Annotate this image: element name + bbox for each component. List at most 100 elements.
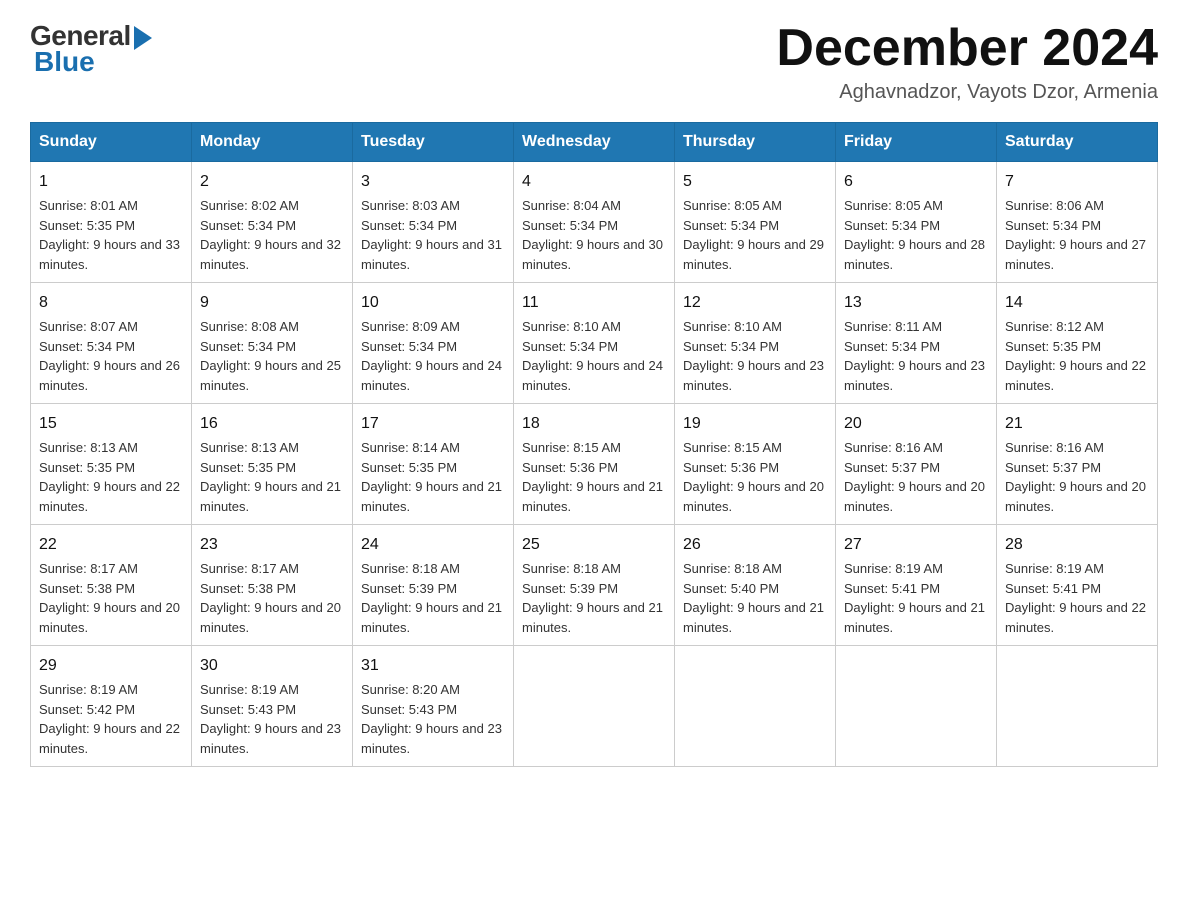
day-info: Sunrise: 8:09 AMSunset: 5:34 PMDaylight:… xyxy=(361,319,502,393)
day-number: 23 xyxy=(200,533,344,557)
day-info: Sunrise: 8:19 AMSunset: 5:42 PMDaylight:… xyxy=(39,682,180,756)
day-info: Sunrise: 8:07 AMSunset: 5:34 PMDaylight:… xyxy=(39,319,180,393)
day-number: 5 xyxy=(683,170,827,194)
day-number: 10 xyxy=(361,291,505,315)
calendar-header-saturday: Saturday xyxy=(997,123,1158,162)
day-info: Sunrise: 8:19 AMSunset: 5:41 PMDaylight:… xyxy=(844,561,985,635)
calendar-cell: 3 Sunrise: 8:03 AMSunset: 5:34 PMDayligh… xyxy=(353,162,514,283)
day-info: Sunrise: 8:14 AMSunset: 5:35 PMDaylight:… xyxy=(361,440,502,514)
calendar-cell: 30 Sunrise: 8:19 AMSunset: 5:43 PMDaylig… xyxy=(192,646,353,767)
main-title: December 2024 xyxy=(776,20,1158,77)
day-info: Sunrise: 8:01 AMSunset: 5:35 PMDaylight:… xyxy=(39,198,180,272)
calendar-cell xyxy=(836,646,997,767)
day-info: Sunrise: 8:05 AMSunset: 5:34 PMDaylight:… xyxy=(683,198,824,272)
calendar-table: SundayMondayTuesdayWednesdayThursdayFrid… xyxy=(30,122,1158,767)
calendar-cell: 4 Sunrise: 8:04 AMSunset: 5:34 PMDayligh… xyxy=(514,162,675,283)
calendar-cell: 8 Sunrise: 8:07 AMSunset: 5:34 PMDayligh… xyxy=(31,283,192,404)
calendar-week-row: 22 Sunrise: 8:17 AMSunset: 5:38 PMDaylig… xyxy=(31,525,1158,646)
day-info: Sunrise: 8:18 AMSunset: 5:39 PMDaylight:… xyxy=(361,561,502,635)
calendar-cell: 23 Sunrise: 8:17 AMSunset: 5:38 PMDaylig… xyxy=(192,525,353,646)
day-info: Sunrise: 8:11 AMSunset: 5:34 PMDaylight:… xyxy=(844,319,985,393)
day-info: Sunrise: 8:06 AMSunset: 5:34 PMDaylight:… xyxy=(1005,198,1146,272)
day-number: 9 xyxy=(200,291,344,315)
day-info: Sunrise: 8:15 AMSunset: 5:36 PMDaylight:… xyxy=(683,440,824,514)
day-number: 18 xyxy=(522,412,666,436)
calendar-header-thursday: Thursday xyxy=(675,123,836,162)
calendar-cell xyxy=(997,646,1158,767)
calendar-header-friday: Friday xyxy=(836,123,997,162)
calendar-cell: 11 Sunrise: 8:10 AMSunset: 5:34 PMDaylig… xyxy=(514,283,675,404)
title-area: December 2024 Aghavnadzor, Vayots Dzor, … xyxy=(776,20,1158,104)
calendar-cell: 28 Sunrise: 8:19 AMSunset: 5:41 PMDaylig… xyxy=(997,525,1158,646)
day-info: Sunrise: 8:02 AMSunset: 5:34 PMDaylight:… xyxy=(200,198,341,272)
day-number: 27 xyxy=(844,533,988,557)
subtitle: Aghavnadzor, Vayots Dzor, Armenia xyxy=(776,81,1158,104)
day-number: 31 xyxy=(361,654,505,678)
day-number: 26 xyxy=(683,533,827,557)
day-number: 3 xyxy=(361,170,505,194)
calendar-cell: 19 Sunrise: 8:15 AMSunset: 5:36 PMDaylig… xyxy=(675,404,836,525)
day-number: 11 xyxy=(522,291,666,315)
day-number: 17 xyxy=(361,412,505,436)
logo-arrow-icon xyxy=(134,26,152,50)
calendar-cell: 5 Sunrise: 8:05 AMSunset: 5:34 PMDayligh… xyxy=(675,162,836,283)
day-number: 21 xyxy=(1005,412,1149,436)
day-info: Sunrise: 8:10 AMSunset: 5:34 PMDaylight:… xyxy=(522,319,663,393)
calendar-cell: 17 Sunrise: 8:14 AMSunset: 5:35 PMDaylig… xyxy=(353,404,514,525)
day-number: 8 xyxy=(39,291,183,315)
calendar-cell: 20 Sunrise: 8:16 AMSunset: 5:37 PMDaylig… xyxy=(836,404,997,525)
calendar-cell: 6 Sunrise: 8:05 AMSunset: 5:34 PMDayligh… xyxy=(836,162,997,283)
calendar-cell: 2 Sunrise: 8:02 AMSunset: 5:34 PMDayligh… xyxy=(192,162,353,283)
calendar-cell: 10 Sunrise: 8:09 AMSunset: 5:34 PMDaylig… xyxy=(353,283,514,404)
calendar-week-row: 29 Sunrise: 8:19 AMSunset: 5:42 PMDaylig… xyxy=(31,646,1158,767)
calendar-cell: 15 Sunrise: 8:13 AMSunset: 5:35 PMDaylig… xyxy=(31,404,192,525)
calendar-week-row: 8 Sunrise: 8:07 AMSunset: 5:34 PMDayligh… xyxy=(31,283,1158,404)
calendar-cell: 7 Sunrise: 8:06 AMSunset: 5:34 PMDayligh… xyxy=(997,162,1158,283)
calendar-header-tuesday: Tuesday xyxy=(353,123,514,162)
day-info: Sunrise: 8:08 AMSunset: 5:34 PMDaylight:… xyxy=(200,319,341,393)
calendar-cell: 13 Sunrise: 8:11 AMSunset: 5:34 PMDaylig… xyxy=(836,283,997,404)
calendar-cell: 16 Sunrise: 8:13 AMSunset: 5:35 PMDaylig… xyxy=(192,404,353,525)
day-info: Sunrise: 8:18 AMSunset: 5:40 PMDaylight:… xyxy=(683,561,824,635)
calendar-cell: 1 Sunrise: 8:01 AMSunset: 5:35 PMDayligh… xyxy=(31,162,192,283)
day-number: 16 xyxy=(200,412,344,436)
day-info: Sunrise: 8:19 AMSunset: 5:41 PMDaylight:… xyxy=(1005,561,1146,635)
day-number: 20 xyxy=(844,412,988,436)
day-info: Sunrise: 8:05 AMSunset: 5:34 PMDaylight:… xyxy=(844,198,985,272)
day-number: 15 xyxy=(39,412,183,436)
day-info: Sunrise: 8:16 AMSunset: 5:37 PMDaylight:… xyxy=(844,440,985,514)
day-number: 6 xyxy=(844,170,988,194)
day-info: Sunrise: 8:13 AMSunset: 5:35 PMDaylight:… xyxy=(200,440,341,514)
day-number: 24 xyxy=(361,533,505,557)
calendar-cell: 21 Sunrise: 8:16 AMSunset: 5:37 PMDaylig… xyxy=(997,404,1158,525)
day-info: Sunrise: 8:15 AMSunset: 5:36 PMDaylight:… xyxy=(522,440,663,514)
calendar-cell: 24 Sunrise: 8:18 AMSunset: 5:39 PMDaylig… xyxy=(353,525,514,646)
calendar-header-sunday: Sunday xyxy=(31,123,192,162)
calendar-cell: 25 Sunrise: 8:18 AMSunset: 5:39 PMDaylig… xyxy=(514,525,675,646)
calendar-cell: 26 Sunrise: 8:18 AMSunset: 5:40 PMDaylig… xyxy=(675,525,836,646)
day-number: 13 xyxy=(844,291,988,315)
day-number: 4 xyxy=(522,170,666,194)
logo-blue-text: Blue xyxy=(34,46,95,78)
calendar-header-wednesday: Wednesday xyxy=(514,123,675,162)
day-number: 22 xyxy=(39,533,183,557)
day-number: 1 xyxy=(39,170,183,194)
day-number: 25 xyxy=(522,533,666,557)
calendar-header-monday: Monday xyxy=(192,123,353,162)
day-info: Sunrise: 8:17 AMSunset: 5:38 PMDaylight:… xyxy=(39,561,180,635)
day-info: Sunrise: 8:10 AMSunset: 5:34 PMDaylight:… xyxy=(683,319,824,393)
day-info: Sunrise: 8:17 AMSunset: 5:38 PMDaylight:… xyxy=(200,561,341,635)
calendar-cell: 29 Sunrise: 8:19 AMSunset: 5:42 PMDaylig… xyxy=(31,646,192,767)
day-number: 30 xyxy=(200,654,344,678)
day-info: Sunrise: 8:12 AMSunset: 5:35 PMDaylight:… xyxy=(1005,319,1146,393)
calendar-week-row: 1 Sunrise: 8:01 AMSunset: 5:35 PMDayligh… xyxy=(31,162,1158,283)
calendar-week-row: 15 Sunrise: 8:13 AMSunset: 5:35 PMDaylig… xyxy=(31,404,1158,525)
day-number: 7 xyxy=(1005,170,1149,194)
calendar-cell: 22 Sunrise: 8:17 AMSunset: 5:38 PMDaylig… xyxy=(31,525,192,646)
day-info: Sunrise: 8:03 AMSunset: 5:34 PMDaylight:… xyxy=(361,198,502,272)
day-info: Sunrise: 8:18 AMSunset: 5:39 PMDaylight:… xyxy=(522,561,663,635)
day-info: Sunrise: 8:20 AMSunset: 5:43 PMDaylight:… xyxy=(361,682,502,756)
calendar-cell: 12 Sunrise: 8:10 AMSunset: 5:34 PMDaylig… xyxy=(675,283,836,404)
calendar-cell: 27 Sunrise: 8:19 AMSunset: 5:41 PMDaylig… xyxy=(836,525,997,646)
calendar-header-row: SundayMondayTuesdayWednesdayThursdayFrid… xyxy=(31,123,1158,162)
